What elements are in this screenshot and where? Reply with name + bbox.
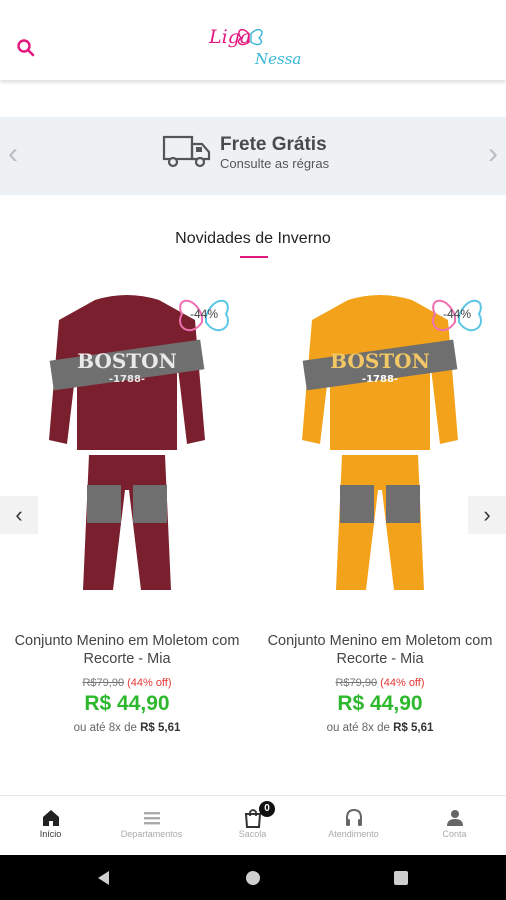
installments: ou até 8x de R$ 5,61	[260, 722, 500, 734]
home-icon	[43, 810, 59, 826]
old-price: R$79,90	[335, 677, 378, 689]
search-icon[interactable]	[14, 36, 38, 60]
current-price: R$ 44,90	[337, 692, 423, 715]
section-title: Novidades de Inverno	[175, 230, 331, 247]
old-price-row: R$79,90 (44% off)	[260, 677, 500, 689]
nav-label-inicio: Início	[39, 829, 62, 839]
old-price-row: R$79,90 (44% off)	[7, 677, 247, 689]
banner-title: Frete Grátis	[220, 134, 327, 155]
old-price: R$79,90	[82, 677, 125, 689]
product-name[interactable]: Conjunto Menino em Moletom com Recorte -…	[7, 632, 247, 668]
installments-prefix: ou até 8x de	[326, 722, 390, 734]
logo-text-nessa: Nessa	[255, 50, 302, 68]
installments: ou até 8x de R$ 5,61	[7, 722, 247, 734]
logo-text-liga: Liga	[209, 26, 252, 48]
back-icon[interactable]	[94, 868, 114, 888]
discount-label: (44% off)	[380, 677, 425, 689]
product-card[interactable]: BOSTON -1788- -44% Conjunto Menino em Mo…	[7, 280, 247, 740]
banner-prev-button[interactable]: ‹	[8, 139, 18, 169]
promo-banner[interactable]: ‹ Frete Grátis Consulte as régras ›	[0, 117, 506, 195]
nav-label-atendimento: Atendimento	[328, 829, 379, 839]
app-header: Liga Nessa	[0, 0, 506, 80]
bottom-navigation: Início Departamentos 0 Sacola Atendiment…	[0, 795, 506, 855]
discount-label: (44% off)	[127, 677, 172, 689]
home-circle-icon[interactable]	[243, 868, 263, 888]
list-icon	[144, 812, 160, 825]
print-year: -1788-	[362, 374, 398, 385]
print-text: BOSTON	[330, 349, 430, 373]
brand-logo[interactable]: Liga Nessa	[205, 22, 305, 74]
current-price: R$ 44,90	[84, 692, 170, 715]
nav-item-conta[interactable]: Conta	[404, 796, 505, 856]
installments-prefix: ou até 8x de	[73, 722, 137, 734]
nav-item-inicio[interactable]: Início	[0, 796, 101, 856]
nav-label-sacola: Sacola	[238, 829, 267, 839]
truck-icon	[162, 135, 211, 168]
nav-label-conta: Conta	[442, 829, 467, 839]
print-year: -1788-	[109, 374, 145, 385]
product-card[interactable]: BOSTON -1788- -44% Conjunto Menino em Mo…	[260, 280, 500, 740]
banner-next-button[interactable]: ›	[488, 139, 498, 169]
banner-subtitle: Consulte as régras	[220, 156, 330, 171]
discount-badge: -44%	[442, 307, 471, 321]
recents-icon[interactable]	[391, 868, 411, 888]
nav-item-sacola[interactable]: 0 Sacola	[202, 796, 303, 856]
section-title-underline	[240, 256, 268, 258]
system-navigation-bar	[0, 855, 506, 900]
headset-icon	[346, 808, 362, 826]
installments-value: R$ 5,61	[393, 722, 434, 734]
print-text: BOSTON	[77, 349, 177, 373]
nav-item-departamentos[interactable]: Departamentos	[101, 796, 202, 856]
product-name[interactable]: Conjunto Menino em Moletom com Recorte -…	[260, 632, 500, 668]
cart-count-badge: 0	[259, 801, 275, 817]
user-icon	[447, 810, 463, 826]
installments-value: R$ 5,61	[140, 722, 181, 734]
nav-label-departamentos: Departamentos	[120, 829, 183, 839]
discount-badge: -44%	[189, 307, 218, 321]
nav-item-atendimento[interactable]: Atendimento	[303, 796, 404, 856]
